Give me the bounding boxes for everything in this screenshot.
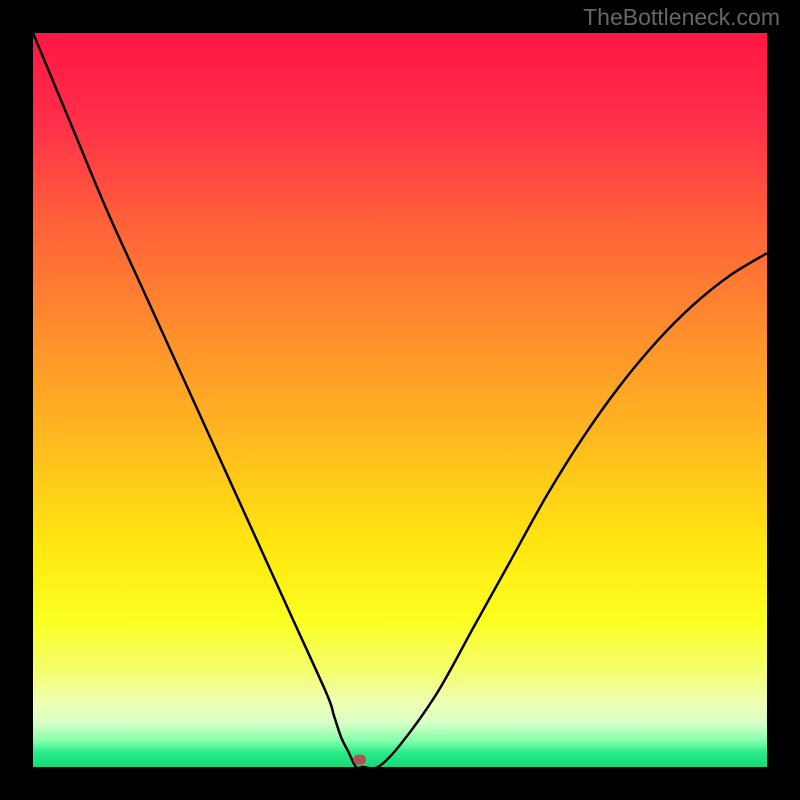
chart-container: TheBottleneck.com bbox=[0, 0, 800, 800]
minimum-marker bbox=[353, 755, 366, 765]
chart-svg bbox=[0, 0, 800, 800]
plot-area bbox=[33, 33, 767, 767]
watermark-text: TheBottleneck.com bbox=[583, 4, 780, 31]
